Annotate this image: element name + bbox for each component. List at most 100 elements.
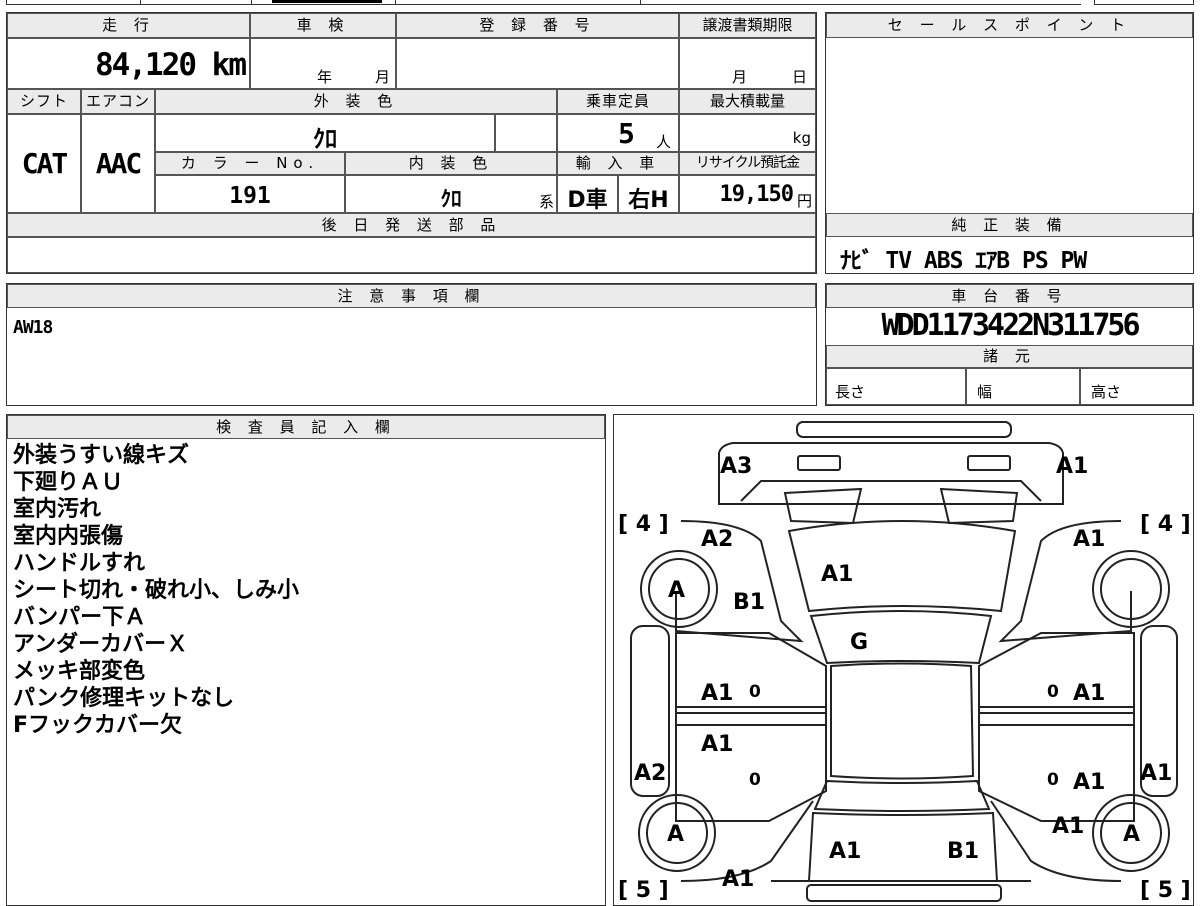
diagram-front-right-corner: A1 — [1056, 454, 1088, 479]
diagram-left-front-door-mark: 0 — [749, 682, 761, 702]
exterior-color-header: 外 装 色 — [155, 89, 557, 114]
diagram-front-left-fender: A2 — [701, 527, 733, 552]
caution-panel: 注 意 事 項 欄 AW18 — [6, 283, 817, 406]
diagram-rear-left-corner: A1 — [722, 867, 754, 892]
ac-cell: AAC — [81, 114, 155, 213]
specs-header: 諸 元 — [826, 345, 1193, 368]
caution-header: 注 意 事 項 欄 — [7, 284, 816, 308]
shift-value: CAT — [21, 147, 69, 180]
interior-color-value: ｸﾛ — [440, 187, 462, 211]
interior-suffix: 系 — [538, 193, 554, 211]
shaken-header: 車 検 — [250, 13, 396, 38]
ac-header: エアコン — [81, 89, 155, 114]
top-strip — [0, 0, 1200, 7]
diagram-tire-rear-left: [ 5 ] — [618, 878, 669, 903]
transfer-month-unit: 月 — [732, 68, 748, 86]
shaken-year-unit: 年 — [317, 68, 333, 86]
diagram-right-rear-door-mark: 0 — [1047, 770, 1059, 790]
diagram-right-rear-door: A1 — [1073, 770, 1105, 795]
recycle-cell: 19,150 円 — [679, 175, 816, 213]
recycle-value: 19,150 — [719, 182, 794, 207]
car-diagram-panel: A3 A1 [ 4 ] [ 4 ] A2 A1 A1 A B1 G A1 0 0… — [613, 414, 1194, 906]
transfer-deadline-header: 譲渡書類期限 — [679, 13, 816, 38]
car-diagram: A3 A1 [ 4 ] [ 4 ] A2 A1 A1 A B1 G A1 0 0… — [618, 421, 1191, 903]
diagram-left-front-door: A1 — [701, 681, 733, 706]
capacity-value: 5 — [618, 117, 635, 150]
diagram-right-front-door-mark: 0 — [1047, 682, 1059, 702]
import-type-cell: D車 — [557, 175, 618, 213]
import-header: 輸 入 車 — [557, 152, 679, 175]
chassis-header: 車 台 番 号 — [826, 284, 1193, 308]
parts-later-header: 後 日 発 送 部 品 — [7, 213, 816, 237]
mileage-value: 84,120 km — [95, 47, 247, 83]
recycle-unit: 円 — [796, 192, 812, 210]
diagram-tire-rear-right: [ 5 ] — [1140, 878, 1191, 903]
note-item: バンパー下Ａ — [13, 605, 147, 630]
inspector-notes: 外装うすい線キズ 下廻りＡＵ 室内汚れ 室内内張傷 ハンドルすれ シート切れ・破… — [13, 442, 299, 739]
steering-value: 右H — [628, 188, 669, 213]
diagram-trunk-left: A1 — [829, 839, 861, 864]
mileage-header: 走 行 — [7, 13, 250, 38]
equipment-value: ﾅﾋﾞ TV ABS ｴｱB PS PW — [840, 248, 1087, 274]
max-load-header: 最大積載量 — [679, 89, 816, 114]
diagram-left-rocker: A2 — [634, 761, 666, 786]
diagram-right-rear-fender: A1 — [1052, 814, 1084, 839]
note-item: パンク修理キットなし — [13, 686, 235, 711]
chassis-value: WDD1173422N311756 — [881, 308, 1140, 343]
exterior-color-cell: ｸﾛ — [155, 114, 495, 153]
diagram-right-rocker: A1 — [1140, 761, 1172, 786]
diagram-tire-front-left: [ 4 ] — [618, 512, 669, 537]
note-item: 外装うすい線キズ — [13, 443, 190, 468]
diagram-right-front-door: A1 — [1073, 681, 1105, 706]
shaken-cell: 年 月 — [250, 38, 396, 89]
diagram-wheel-rear-left: A — [667, 822, 684, 847]
transfer-deadline-cell: 月 日 — [679, 38, 816, 89]
exterior-color-value: ｸﾛ — [313, 125, 337, 153]
recycle-header: リサイクル預託金 — [679, 152, 816, 175]
interior-color-header: 内 装 色 — [345, 152, 557, 175]
diagram-wheel-rear-right: A — [1123, 822, 1140, 847]
spec-width-label: 幅 — [977, 383, 993, 401]
spec-length-label: 長さ — [835, 383, 866, 401]
mileage-cell: 84,120 km — [7, 38, 250, 89]
color-no-cell: 191 — [155, 175, 345, 213]
diagram-trunk-right: B1 — [947, 839, 979, 864]
caution-value: AW18 — [13, 317, 53, 338]
color-no-value: 191 — [229, 183, 271, 209]
sales-point-header: セ ー ル ス ポ イ ン ト — [826, 13, 1193, 38]
note-item: ハンドルすれ — [13, 551, 146, 576]
chassis-panel: 車 台 番 号 WDD1173422N311756 諸 元 長さ 幅 高さ — [825, 283, 1194, 406]
note-item: Fフックカバー欠 — [13, 713, 183, 738]
diagram-tire-front-right: [ 4 ] — [1140, 512, 1191, 537]
diagram-front-left-corner: A3 — [720, 454, 752, 479]
note-item: 下廻りＡＵ — [13, 470, 124, 495]
spec-height-cell: 高さ — [1080, 368, 1193, 405]
diagram-windshield: G — [850, 630, 868, 655]
color-no-header: カ ラ ー No. — [155, 152, 345, 175]
diagram-wheel-front-left: A — [668, 578, 685, 603]
diagram-left-rear-door-mark: 0 — [749, 770, 761, 790]
exterior-color-extra-cell — [495, 114, 557, 152]
max-load-unit: kg — [792, 129, 811, 147]
parts-later-cell — [7, 237, 816, 273]
note-item: メッキ部変色 — [13, 659, 146, 684]
shift-header: シフト — [7, 89, 81, 114]
note-item: アンダーカバーＸ — [13, 632, 189, 657]
max-load-cell: kg — [679, 114, 816, 152]
inspector-panel: 検 査 員 記 入 欄 外装うすい線キズ 下廻りＡＵ 室内汚れ 室内内張傷 ハン… — [6, 414, 606, 906]
capacity-unit: 人 — [656, 133, 672, 151]
vehicle-info-grid: 走 行 車 検 登 録 番 号 譲渡書類期限 84,120 km 年 月 月 日… — [6, 12, 817, 274]
interior-color-cell: ｸﾛ 系 — [345, 175, 557, 213]
registration-header: 登 録 番 号 — [396, 13, 679, 38]
sales-point-panel: セ ー ル ス ポ イ ン ト 純 正 装 備 ﾅﾋﾞ TV ABS ｴｱB P… — [825, 12, 1194, 274]
inspector-header: 検 査 員 記 入 欄 — [7, 415, 605, 439]
note-item: シート切れ・破れ小、しみ小 — [13, 578, 300, 603]
diagram-front-left-pillar: B1 — [733, 590, 765, 615]
shaken-month-unit: 月 — [375, 68, 391, 86]
spec-height-label: 高さ — [1091, 383, 1122, 401]
spec-width-cell: 幅 — [966, 368, 1080, 405]
shift-cell: CAT — [7, 114, 81, 213]
diagram-hood: A1 — [821, 562, 853, 587]
registration-cell — [396, 38, 679, 89]
ac-value: AAC — [95, 147, 143, 180]
